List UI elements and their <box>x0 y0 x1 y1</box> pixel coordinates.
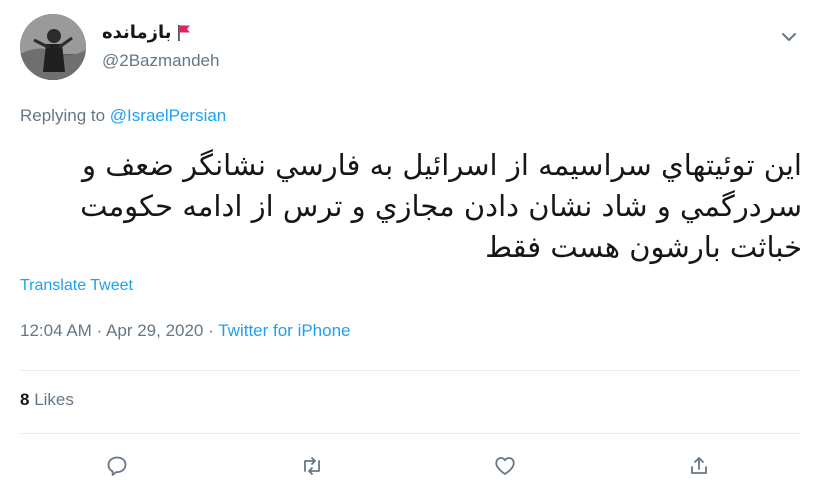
meta-separator: · <box>96 321 103 340</box>
divider <box>20 370 800 371</box>
tweet-header: بازمانده @2Bazmandeh <box>20 14 800 84</box>
tweet-time[interactable]: 12:04 AM <box>20 321 92 340</box>
avatar[interactable] <box>20 14 86 80</box>
heart-icon[interactable] <box>489 450 521 482</box>
replying-to: Replying to @IsraelPersian <box>20 106 226 126</box>
likes-label: Likes <box>34 390 74 409</box>
chevron-down-icon[interactable] <box>778 26 800 48</box>
share-icon[interactable] <box>683 450 715 482</box>
reply-target-link[interactable]: @IsraelPersian <box>110 106 226 125</box>
tweet-meta: 12:04 AM · Apr 29, 2020 · Twitter for iP… <box>20 321 351 341</box>
user-handle[interactable]: @2Bazmandeh <box>102 51 219 71</box>
retweet-icon[interactable] <box>296 450 328 482</box>
red-flag-icon <box>176 24 192 42</box>
replying-to-label: Replying to <box>20 106 106 125</box>
reply-icon[interactable] <box>101 450 133 482</box>
display-name[interactable]: بازمانده <box>102 22 172 43</box>
name-row: بازمانده <box>102 22 192 43</box>
divider <box>20 433 800 434</box>
tweet-text: اين توئيتهاي سراسيمه از اسرائيل به فارسي… <box>80 148 802 264</box>
action-bar <box>0 450 816 486</box>
tweet-source[interactable]: Twitter for iPhone <box>218 321 350 340</box>
likes-count: 8 <box>20 390 30 409</box>
translate-tweet-link[interactable]: Translate Tweet <box>20 277 133 295</box>
tweet-date[interactable]: Apr 29, 2020 <box>106 321 203 340</box>
meta-separator: · <box>208 321 214 340</box>
likes-stat[interactable]: 8 Likes <box>20 390 74 410</box>
